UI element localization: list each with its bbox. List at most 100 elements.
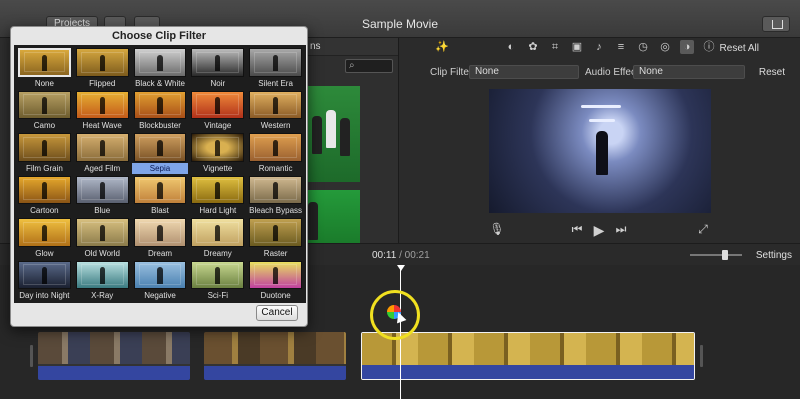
filter-option[interactable]: Sepia bbox=[131, 132, 189, 174]
filter-label: Blockbuster bbox=[139, 121, 181, 130]
filter-option[interactable]: X-Ray bbox=[74, 260, 131, 302]
equalizer-icon[interactable]: ≡ bbox=[614, 40, 628, 54]
timecode: 00:11 / 00:21 bbox=[372, 250, 430, 261]
filter-label: Heat Wave bbox=[82, 121, 122, 130]
filter-preview bbox=[18, 260, 71, 289]
adjustment-toolbar: ✨ ◐ ✿ ⌗ ▣ ♪ ≡ ◷ ◎ ◑ ⓘ Reset All bbox=[399, 40, 800, 56]
timeline-clip[interactable] bbox=[38, 332, 190, 380]
filter-option[interactable]: Glow bbox=[16, 217, 73, 259]
browser-tab[interactable]: ns bbox=[296, 38, 398, 56]
filter-option[interactable]: Vintage bbox=[189, 90, 246, 132]
filter-option[interactable]: Blockbuster bbox=[132, 90, 189, 132]
cancel-button[interactable]: Cancel bbox=[256, 305, 298, 321]
filter-option[interactable]: Heat Wave bbox=[74, 90, 131, 132]
filter-option[interactable]: Flipped bbox=[74, 47, 131, 89]
search-input[interactable]: ⌕ bbox=[345, 59, 393, 73]
filter-label: Sepia bbox=[131, 162, 189, 174]
volume-icon[interactable]: ♪ bbox=[592, 40, 606, 54]
palette-icon[interactable]: ✿ bbox=[526, 40, 540, 54]
filter-label: Bleach Bypass bbox=[249, 206, 303, 215]
filter-label: Day into Night bbox=[19, 291, 70, 300]
media-thumbnail[interactable] bbox=[306, 190, 360, 246]
skip-forward-icon[interactable]: ⏭ bbox=[613, 222, 629, 237]
filter-option[interactable]: Aged Film bbox=[74, 132, 131, 174]
filter-option[interactable]: Blue bbox=[74, 175, 131, 217]
filter-option[interactable]: Sci-Fi bbox=[189, 260, 246, 302]
clip-edge-handle[interactable] bbox=[700, 345, 703, 367]
speed-icon[interactable]: ◷ bbox=[636, 40, 650, 54]
filter-label: Western bbox=[260, 121, 291, 130]
filter-preview bbox=[191, 133, 245, 162]
play-icon[interactable]: ▶ bbox=[591, 222, 607, 239]
filter-label: Noir bbox=[210, 78, 226, 88]
camera-icon[interactable]: ▣ bbox=[570, 40, 584, 54]
zoom-slider-knob[interactable] bbox=[722, 250, 728, 260]
media-thumbnail[interactable] bbox=[306, 86, 360, 182]
filter-preview bbox=[249, 260, 302, 289]
filter-row: Clip Filter: None Audio Effect: None Res… bbox=[399, 64, 800, 80]
filter-preview bbox=[18, 133, 71, 162]
search-icon: ⌕ bbox=[349, 60, 355, 71]
filter-option[interactable]: Duotone bbox=[247, 260, 304, 302]
zoom-slider-track[interactable] bbox=[690, 254, 742, 256]
stabilization-icon[interactable]: ◎ bbox=[658, 40, 672, 54]
filter-option[interactable]: Old World bbox=[74, 217, 131, 259]
filter-option[interactable]: Day into Night bbox=[16, 260, 73, 302]
color-balance-icon[interactable]: ◐ bbox=[504, 40, 518, 54]
filter-option[interactable]: None bbox=[16, 47, 73, 89]
filter-preview bbox=[75, 48, 129, 77]
imovie-window: Projects Sample Movie ns ⌕ ✨ ◐ ✿ ⌗ ▣ ♪ ≡… bbox=[0, 0, 800, 399]
filter-option[interactable]: Dream bbox=[132, 217, 189, 259]
filter-label: Film Grain bbox=[25, 163, 63, 173]
crop-icon[interactable]: ⌗ bbox=[548, 40, 562, 54]
filter-option[interactable]: Bleach Bypass bbox=[247, 175, 304, 217]
filter-label: Blue bbox=[94, 206, 111, 215]
filter-label: Romantic bbox=[258, 163, 293, 173]
microphone-icon[interactable]: 🎙 bbox=[489, 222, 505, 236]
info-icon[interactable]: ⓘ bbox=[702, 40, 716, 54]
clip-filter-select[interactable]: None bbox=[469, 65, 579, 79]
filter-preview bbox=[191, 48, 245, 77]
filter-preview bbox=[249, 218, 302, 247]
filter-label: X-Ray bbox=[91, 291, 114, 300]
filter-option[interactable]: Film Grain bbox=[16, 132, 73, 174]
filter-preview bbox=[75, 133, 129, 162]
filter-option[interactable]: Blast bbox=[132, 175, 189, 217]
filter-preview bbox=[75, 218, 129, 247]
settings-button[interactable]: Settings bbox=[756, 250, 792, 261]
filter-label: Black & White bbox=[135, 78, 185, 88]
filter-option[interactable]: Raster bbox=[247, 217, 304, 259]
magic-wand-icon[interactable]: ✨ bbox=[435, 40, 449, 54]
filter-option[interactable]: Silent Era bbox=[247, 47, 304, 89]
filter-preview bbox=[191, 260, 245, 289]
current-time: 00:11 bbox=[372, 250, 397, 261]
filter-preview bbox=[18, 90, 71, 119]
skip-back-icon[interactable]: ⏮ bbox=[569, 222, 585, 237]
filter-option[interactable]: Romantic bbox=[247, 132, 304, 174]
filter-option[interactable]: Negative bbox=[132, 260, 189, 302]
fullscreen-icon[interactable]: ⤢ bbox=[695, 222, 711, 237]
playhead-handle[interactable] bbox=[397, 265, 405, 271]
filter-option[interactable]: Hard Light bbox=[189, 175, 246, 217]
filter-option[interactable]: Dreamy bbox=[189, 217, 246, 259]
clip-edge-handle[interactable] bbox=[30, 345, 33, 367]
filter-option[interactable]: Black & White bbox=[132, 47, 189, 89]
timeline-clip[interactable] bbox=[204, 332, 346, 380]
filter-option[interactable]: Vignette bbox=[189, 132, 246, 174]
timeline-clip-selected[interactable] bbox=[361, 332, 695, 380]
clip-filter-icon[interactable]: ◑ bbox=[680, 40, 694, 54]
filter-preview bbox=[249, 175, 302, 204]
share-button[interactable] bbox=[762, 16, 790, 32]
filter-preview bbox=[249, 133, 302, 162]
filter-label: Sci-Fi bbox=[207, 291, 229, 300]
reset-button[interactable]: Reset bbox=[759, 67, 785, 78]
reset-all-button[interactable]: Reset All bbox=[720, 43, 759, 54]
filter-option[interactable]: Western bbox=[247, 90, 304, 132]
filter-preview bbox=[191, 90, 245, 119]
filter-option[interactable]: Camo bbox=[16, 90, 73, 132]
filter-preview bbox=[75, 260, 129, 289]
filter-option[interactable]: Noir bbox=[189, 47, 246, 89]
filter-option[interactable]: Cartoon bbox=[16, 175, 73, 217]
audio-effect-select[interactable]: None bbox=[633, 65, 745, 79]
filter-label: Dream bbox=[147, 248, 172, 258]
